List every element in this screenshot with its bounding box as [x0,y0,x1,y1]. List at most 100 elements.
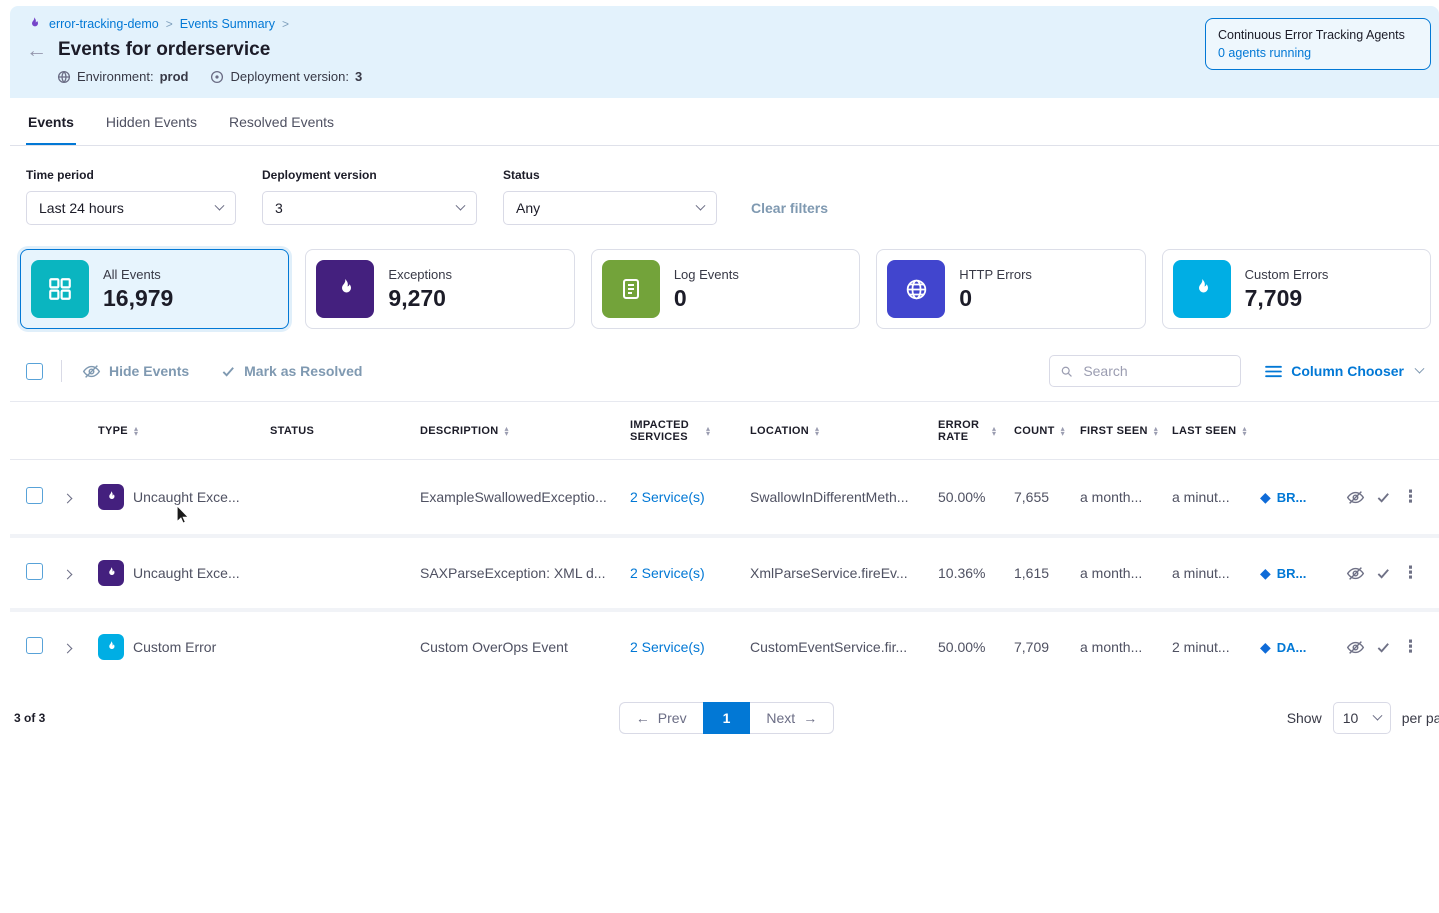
agents-panel: Continuous Error Tracking Agents 0 agent… [1205,18,1431,70]
chevron-down-icon [1372,710,1382,720]
tab-events[interactable]: Events [26,98,76,145]
table-header: TYPE▴▾ STATUS DESCRIPTION▴▾ IMPACTED SER… [10,402,1439,460]
hide-events-label: Hide Events [109,363,189,379]
mark-resolved-button[interactable]: Mark as Resolved [221,363,362,379]
row-checkbox[interactable] [26,563,43,580]
card-label: Custom Errors [1245,267,1329,282]
sort-icon[interactable]: ▴▾ [1154,426,1158,436]
last-seen: a minut... [1172,489,1260,505]
prev-page-button[interactable]: ← Prev [619,702,703,734]
show-label: Show [1287,710,1322,726]
sort-icon[interactable]: ▴▾ [1242,426,1246,436]
hide-events-button[interactable]: Hide Events [82,362,189,381]
col-first-seen: FIRST SEEN [1080,425,1148,437]
page-size-value: 10 [1343,710,1359,726]
table-row[interactable]: Uncaught Exce... ExampleSwallowedExcepti… [10,460,1439,534]
sort-icon[interactable]: ▴▾ [706,426,710,436]
tab-hidden-events[interactable]: Hidden Events [104,98,199,145]
error-rate: 50.00% [938,489,1014,505]
check-icon[interactable] [1376,640,1391,655]
impacted-services-link[interactable]: 2 Service(s) [630,639,705,655]
search-icon [1060,364,1073,379]
card-label: Log Events [674,267,739,282]
row-checkbox[interactable] [26,487,43,504]
divider [61,360,62,382]
breadcrumb-page-link[interactable]: Events Summary [180,17,275,31]
row-checkbox[interactable] [26,637,43,654]
agents-running-link[interactable]: 0 agents running [1218,46,1418,60]
diamond-icon: ◆ [1260,489,1271,506]
tab-resolved-events[interactable]: Resolved Events [227,98,336,145]
assignee-link[interactable]: DA... [1277,640,1307,655]
result-range: 3 of 3 [14,711,619,725]
assignee-link[interactable]: BR... [1277,566,1307,581]
table-footer: 3 of 3 ← Prev 1 Next → Show 10 per page [10,682,1439,734]
card-value: 0 [959,285,1032,312]
breadcrumb-separator: > [166,17,173,31]
card-value: 16,979 [103,285,173,312]
sort-icon[interactable]: ▴▾ [815,426,819,436]
tab-bar: Events Hidden Events Resolved Events [10,98,1439,146]
check-icon[interactable] [1376,566,1391,581]
expand-row-icon[interactable] [64,570,72,580]
check-icon[interactable] [1376,490,1391,505]
event-location: SwallowInDifferentMeth... [750,489,938,505]
assignee-link[interactable]: BR... [1277,490,1307,505]
page-title: Events for orderservice [58,39,270,61]
card-log-events[interactable]: Log Events 0 [591,249,860,329]
eye-slash-icon[interactable] [1346,488,1365,507]
breadcrumb-project-link[interactable]: error-tracking-demo [49,17,159,31]
prev-label: Prev [658,710,687,726]
sort-icon[interactable]: ▴▾ [134,426,138,436]
flame-icon [98,634,124,660]
page-number-button[interactable]: 1 [703,702,751,734]
impacted-services-link[interactable]: 2 Service(s) [630,565,705,581]
next-page-button[interactable]: Next → [750,702,834,734]
globe-icon [887,260,945,318]
table-row[interactable]: Custom Error Custom OverOps Event 2 Serv… [10,608,1439,682]
column-chooser-button[interactable]: Column Chooser [1265,363,1423,379]
card-label: HTTP Errors [959,267,1032,282]
col-last-seen: LAST SEEN [1172,425,1236,437]
kebab-menu-icon[interactable]: ⋮ [1402,487,1419,507]
page-header: error-tracking-demo > Events Summary > ←… [10,6,1439,98]
eye-slash-icon[interactable] [1346,638,1365,657]
kebab-menu-icon[interactable]: ⋮ [1402,637,1419,657]
col-status: STATUS [270,425,314,437]
deployment-version-select[interactable]: 3 [262,191,477,225]
chevron-down-icon [1415,363,1425,373]
card-label: Exceptions [388,267,452,282]
next-label: Next [766,710,795,726]
clear-filters-button[interactable]: Clear filters [751,200,828,216]
card-http-errors[interactable]: HTTP Errors 0 [876,249,1145,329]
page-size-select[interactable]: 10 [1333,702,1391,734]
select-all-checkbox[interactable] [26,363,43,380]
eye-slash-icon[interactable] [1346,564,1365,583]
sort-icon[interactable]: ▴▾ [504,426,508,436]
card-all-events[interactable]: All Events 16,979 [20,249,289,329]
table-row[interactable]: Uncaught Exce... SAXParseException: XML … [10,534,1439,608]
sort-icon[interactable]: ▴▾ [1061,426,1065,436]
chevron-down-icon [696,200,706,210]
error-rate: 10.36% [938,565,1014,581]
expand-row-icon[interactable] [64,494,72,504]
first-seen: a month... [1080,489,1172,505]
kebab-menu-icon[interactable]: ⋮ [1402,563,1419,583]
card-exceptions[interactable]: Exceptions 9,270 [305,249,574,329]
environment-label: Environment: [77,69,154,84]
card-value: 9,270 [388,285,452,312]
status-select[interactable]: Any [503,191,717,225]
col-count: COUNT [1014,425,1055,437]
flame-icon [316,260,374,318]
deployment-meta: Deployment version: 3 [210,69,362,84]
card-custom-errors[interactable]: Custom Errors 7,709 [1162,249,1431,329]
search-input[interactable] [1081,362,1230,380]
sort-icon[interactable]: ▴▾ [992,426,996,436]
time-period-select[interactable]: Last 24 hours [26,191,236,225]
pagination: ← Prev 1 Next → [619,702,834,734]
impacted-services-link[interactable]: 2 Service(s) [630,489,705,505]
back-arrow-icon[interactable]: ← [26,40,47,61]
diamond-icon: ◆ [1260,565,1271,582]
error-rate: 50.00% [938,639,1014,655]
expand-row-icon[interactable] [64,644,72,654]
